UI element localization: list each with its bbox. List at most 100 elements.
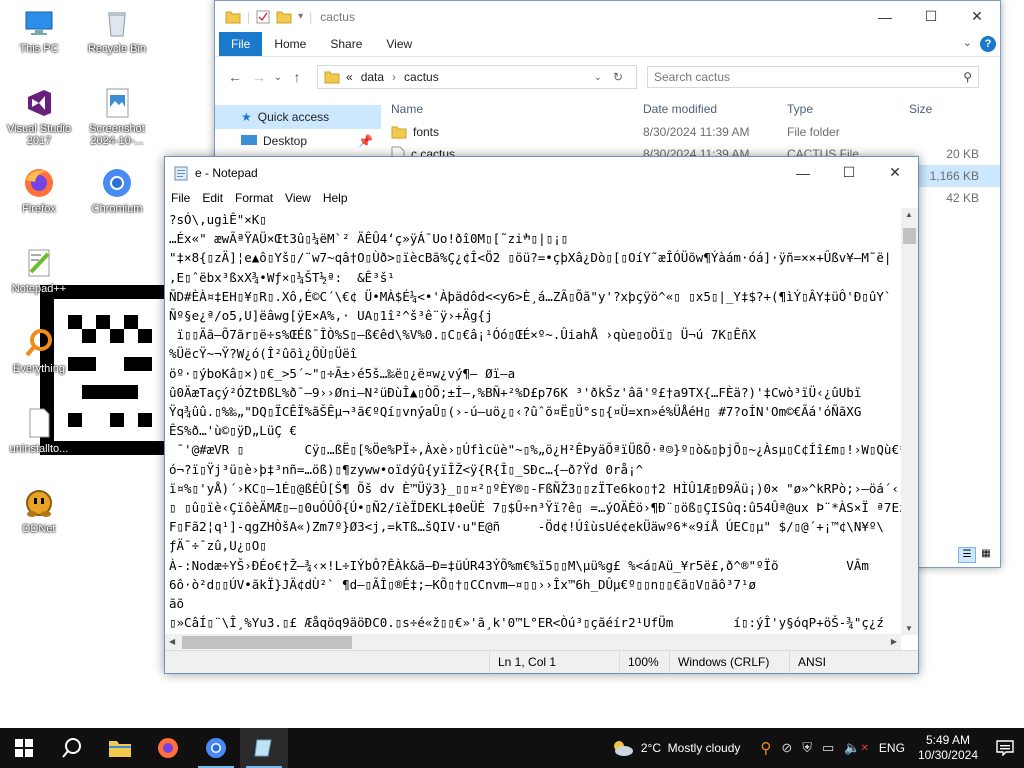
column-type[interactable]: Type	[787, 102, 909, 116]
notepad-icon	[174, 166, 188, 180]
horizontal-scroll-thumb[interactable]	[182, 636, 352, 649]
close-button[interactable]: ✕	[872, 157, 918, 188]
forward-arrow-icon[interactable]: →	[247, 69, 271, 85]
back-arrow-icon[interactable]: ←	[223, 69, 247, 85]
taskbar-chromium[interactable]	[192, 728, 240, 768]
notepad-menubar: File Edit Format View Help	[165, 188, 918, 208]
desktop-icon-label: DDNet	[22, 523, 56, 535]
recent-locations-icon[interactable]: ⌄	[271, 72, 285, 83]
tab-home[interactable]: Home	[262, 32, 318, 56]
search-input[interactable]: Search cactus ⚲	[647, 66, 979, 88]
tab-share[interactable]: Share	[318, 32, 374, 56]
taskbar-notepad[interactable]	[240, 728, 288, 768]
help-icon[interactable]: ?	[980, 36, 996, 52]
column-date-modified[interactable]: Date modified	[643, 102, 787, 116]
desktop-icon-label: Visual Studio 2017	[6, 123, 71, 147]
menu-view[interactable]: View	[279, 191, 317, 205]
quick-access-toolbar: | ▾ |	[215, 10, 312, 24]
nav-item-quick-access[interactable]: ★ Quick access	[215, 105, 381, 129]
tab-file[interactable]: File	[219, 32, 263, 56]
minimize-button[interactable]: —	[862, 1, 908, 32]
explorer-title: cactus	[320, 9, 355, 24]
desktop-icon-firefox[interactable]: Firefox	[0, 166, 78, 215]
minimize-icon: —	[796, 164, 810, 181]
desktop-icon-screenshot[interactable]: Screenshot 2024-10-...	[78, 86, 156, 147]
desktop-icon-this-pc[interactable]: This PC	[0, 6, 78, 55]
recycle-bin-icon	[100, 6, 134, 40]
file-row[interactable]: fonts 8/30/2024 11:39 AM File folder	[381, 121, 1000, 143]
language-indicator[interactable]: ENG	[874, 741, 910, 755]
column-size[interactable]: Size	[909, 102, 979, 116]
status-position: Ln 1, Col 1	[489, 651, 619, 673]
notepad-title: e - Notepad	[195, 165, 258, 180]
address-dropdown-icon[interactable]: ⌄	[594, 72, 602, 83]
weather-widget[interactable]: 2°C Mostly cloudy	[604, 738, 746, 758]
breadcrumb-cactus[interactable]: cactus	[404, 70, 439, 84]
vertical-scroll-thumb[interactable]	[903, 228, 916, 244]
tray-network-icon[interactable]: ▭	[817, 740, 839, 756]
tray-security-icon[interactable]: ⛨	[797, 740, 817, 756]
start-button[interactable]	[0, 728, 48, 768]
breadcrumb-data[interactable]: data	[361, 70, 384, 84]
explorer-titlebar[interactable]: | ▾ | cactus — ☐ ✕	[215, 1, 1000, 32]
taskbar-firefox[interactable]	[144, 728, 192, 768]
minimize-button[interactable]: —	[780, 157, 826, 188]
details-view-icon[interactable]: ☰	[958, 547, 976, 563]
desktop-icon-label: Screenshot 2024-10-...	[89, 123, 145, 147]
desktop-icon-uninstall[interactable]: uninstallto...	[0, 406, 78, 455]
tray-volume-muted-icon[interactable]: 🔈 ✕	[839, 740, 874, 756]
desktop-icon-visual-studio[interactable]: Visual Studio 2017	[0, 86, 78, 147]
maximize-button[interactable]: ☐	[826, 157, 872, 188]
up-arrow-icon[interactable]: ↑	[285, 69, 309, 85]
image-file-icon	[100, 86, 134, 120]
desktop-icon-notepad-plus-plus[interactable]: Notepad++	[0, 246, 78, 295]
star-icon: ★	[241, 110, 252, 124]
scroll-right-icon[interactable]: ▶	[891, 637, 897, 646]
menu-help[interactable]: Help	[317, 191, 354, 205]
address-bar[interactable]: « data › cactus ⌄ ↻	[317, 65, 637, 89]
firefox-icon	[22, 166, 56, 200]
nav-item-desktop[interactable]: Desktop 📌	[215, 129, 381, 153]
maximize-button[interactable]: ☐	[908, 1, 954, 32]
refresh-icon[interactable]: ↻	[613, 70, 623, 84]
tab-view[interactable]: View	[374, 32, 424, 56]
scroll-up-icon[interactable]: ▲	[905, 210, 913, 219]
large-icons-view-icon[interactable]: ▦	[978, 547, 994, 561]
horizontal-scrollbar[interactable]: ◀ ▶	[165, 634, 901, 651]
notepad-titlebar[interactable]: e - Notepad — ☐ ✕	[165, 157, 918, 188]
menu-edit[interactable]: Edit	[196, 191, 229, 205]
tray-network-disabled-icon[interactable]: ⊘	[776, 740, 797, 756]
desktop-icon-label: Everything	[13, 363, 65, 375]
desktop-icon-label: Chromium	[91, 203, 143, 215]
notepad-text-area[interactable]: ?sÓ\,ugìÊ"×K▯ …Éx«" æwÃªŸAÜ×Œt3û▯¼ëM`² Ä…	[165, 208, 901, 635]
qat-dropdown-icon[interactable]: ▾	[298, 11, 303, 22]
desktop-icon-recycle-bin[interactable]: Recycle Bin	[78, 6, 156, 55]
close-button[interactable]: ✕	[954, 1, 1000, 32]
column-name[interactable]: Name	[381, 102, 643, 116]
ribbon-expand-icon[interactable]: ⌄	[963, 36, 972, 49]
menu-format[interactable]: Format	[229, 191, 279, 205]
desktop-icon-everything[interactable]: Everything	[0, 326, 78, 375]
search-button[interactable]	[48, 728, 96, 768]
clock[interactable]: 5:49 AM 10/30/2024	[910, 733, 986, 763]
taskbar-file-explorer[interactable]	[96, 728, 144, 768]
new-folder-icon[interactable]	[276, 10, 292, 24]
desktop-icon-chromium[interactable]: Chromium	[78, 166, 156, 215]
notification-center-icon[interactable]	[986, 740, 1024, 756]
chromium-icon	[206, 738, 226, 758]
close-icon: ✕	[971, 8, 983, 24]
tray-everything-icon[interactable]: ⚲	[755, 739, 776, 757]
address-overflow[interactable]: «	[346, 70, 353, 84]
explorer-window-controls: — ☐ ✕	[862, 1, 1000, 32]
scroll-down-icon[interactable]: ▼	[905, 624, 913, 633]
everything-icon	[22, 326, 56, 360]
status-zoom: 100%	[619, 651, 669, 673]
file-explorer-icon	[109, 741, 131, 757]
status-line-ending: Windows (CRLF)	[669, 651, 789, 673]
desktop-icon-ddnet[interactable]: DDNet	[0, 486, 78, 535]
search-icon	[62, 738, 81, 758]
scroll-left-icon[interactable]: ◀	[169, 637, 175, 646]
menu-file[interactable]: File	[165, 191, 196, 205]
properties-icon[interactable]	[256, 10, 270, 24]
vertical-scrollbar[interactable]: ▲ ▼	[901, 208, 918, 635]
